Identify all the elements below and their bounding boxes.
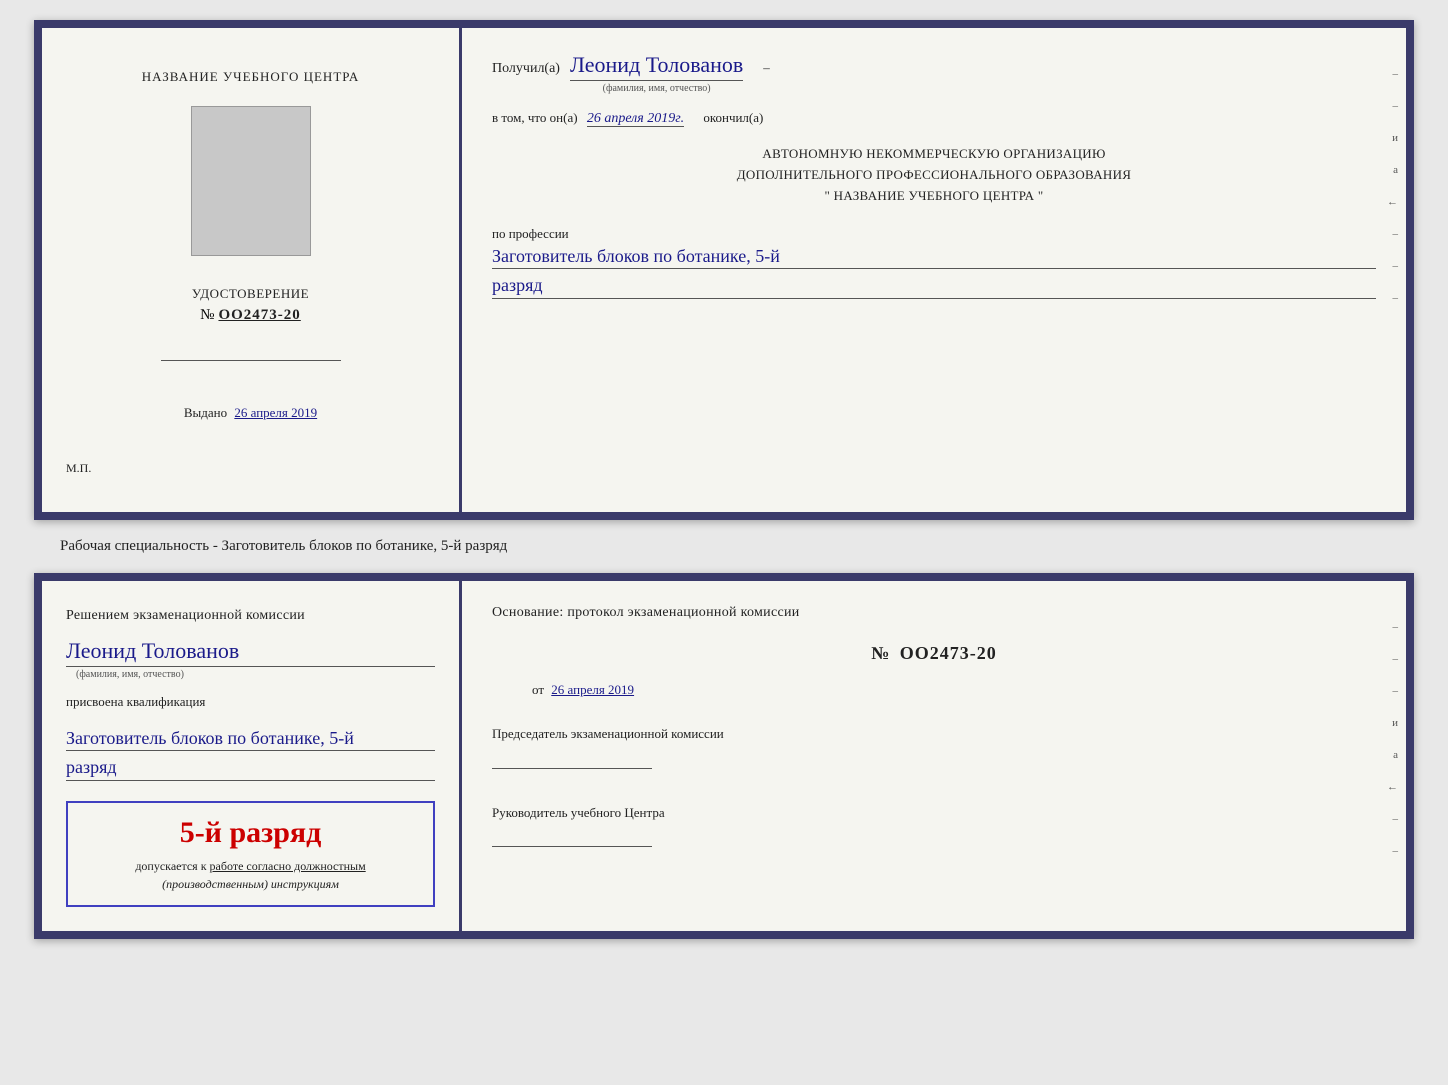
cert2-qualification-label: присвоена квалификация <box>66 692 435 713</box>
cert2-name-subtitle: (фамилия, имя, отчество) <box>76 669 435 680</box>
cert2-rank-value: разряд <box>66 757 435 781</box>
certificate-1: НАЗВАНИЕ УЧЕБНОГО ЦЕНТРА УДОСТОВЕРЕНИЕ №… <box>34 20 1414 520</box>
cert1-institution-label: НАЗВАНИЕ УЧЕБНОГО ЦЕНТРА <box>142 68 359 86</box>
cert1-name-subtitle: (фамилия, имя, отчество) <box>570 83 743 94</box>
cert2-decision-text: Решением экзаменационной комиссии <box>66 605 435 626</box>
cert2-left-panel: Решением экзаменационной комиссии Леонид… <box>42 581 462 931</box>
cert2-stamp-box: 5-й разряд допускается к работе согласно… <box>66 801 435 907</box>
cert2-number-block: № OO2473-20 <box>492 643 1376 664</box>
cert1-number-block: УДОСТОВЕРЕНИЕ № OO2473-20 <box>192 286 309 324</box>
stamp-footer-3: (производственным) инструкциям <box>162 877 339 891</box>
cert1-profession-value: Заготовитель блоков по ботанике, 5-й <box>492 245 1376 269</box>
cert1-issued-date: 26 апреля 2019 <box>234 405 317 420</box>
cert1-mp-label: М.П. <box>66 461 91 476</box>
cert2-chairman-signature <box>492 768 652 769</box>
cert2-date-prefix: от <box>532 682 544 697</box>
stamp-footer-2: работе согласно должностным <box>210 859 366 873</box>
cert1-left-panel: НАЗВАНИЕ УЧЕБНОГО ЦЕНТРА УДОСТОВЕРЕНИЕ №… <box>42 28 462 512</box>
cert1-rank-value: разряд <box>492 275 1376 299</box>
cert2-right-panel: Основание: протокол экзаменационной коми… <box>462 581 1406 931</box>
cert1-confirm-date: 26 апреля 2019г. <box>587 111 684 127</box>
cert2-director-title: Руководитель учебного Центра <box>492 803 1376 823</box>
cert2-basis-label: Основание: протокол экзаменационной коми… <box>492 605 1376 621</box>
side-marks: – – и а ← – – – <box>1387 68 1398 304</box>
cert1-doc-type: УДОСТОВЕРЕНИЕ <box>192 286 309 302</box>
cert1-profession-block: по профессии Заготовитель блоков по бота… <box>492 225 1376 299</box>
cert2-date-value: 26 апреля 2019 <box>551 682 634 697</box>
cert2-stamp-rank: 5-й разряд <box>180 815 322 851</box>
stamp-footer-1: допускается к <box>135 859 209 873</box>
cert1-issued-row: Выдано 26 апреля 2019 <box>184 405 317 421</box>
cert1-org-name: АВТОНОМНУЮ НЕКОММЕРЧЕСКУЮ ОРГАНИЗАЦИЮ ДО… <box>492 144 1376 206</box>
cert1-issued-label: Выдано <box>184 405 227 420</box>
cert1-received-prefix: Получил(а) <box>492 61 560 77</box>
cert2-stamp-footer: допускается к работе согласно должностны… <box>135 857 365 893</box>
cert1-number: OO2473-20 <box>218 307 300 323</box>
cert2-director-block: Руководитель учебного Центра <box>492 803 1376 848</box>
cert2-director-signature <box>492 846 652 847</box>
photo-placeholder <box>191 106 311 256</box>
cert2-profession-block: Заготовитель блоков по ботанике, 5-й раз… <box>66 725 435 781</box>
cert2-date-row: от 26 апреля 2019 <box>492 682 1376 698</box>
cert2-chairman-block: Председатель экзаменационной комиссии <box>492 724 1376 769</box>
side-marks-2: – – – и а ← – – <box>1387 621 1398 857</box>
cert1-confirm-row: в том, что он(а) 26 апреля 2019г. окончи… <box>492 108 1376 130</box>
cert1-profession-label: по профессии <box>492 226 569 241</box>
cert2-number-prefix: № <box>871 643 890 663</box>
cert1-right-panel: Получил(а) Леонид Толованов (фамилия, им… <box>462 28 1406 512</box>
cert2-number-value: OO2473-20 <box>900 643 997 663</box>
cert1-confirm-suffix: окончил(а) <box>703 110 763 125</box>
certificate-2: Решением экзаменационной комиссии Леонид… <box>34 573 1414 939</box>
separator-text: Рабочая специальность - Заготовитель бло… <box>20 538 507 555</box>
cert1-number-prefix: № <box>200 307 214 323</box>
cert2-chairman-title: Председатель экзаменационной комиссии <box>492 724 1376 744</box>
cert1-recipient-row: Получил(а) Леонид Толованов (фамилия, им… <box>492 52 1376 94</box>
cert2-recipient-name: Леонид Толованов <box>66 638 435 667</box>
cert2-recipient-block: Леонид Толованов (фамилия, имя, отчество… <box>66 638 435 680</box>
cert2-profession-value: Заготовитель блоков по ботанике, 5-й <box>66 727 435 751</box>
cert1-confirm-prefix: в том, что он(а) <box>492 110 578 125</box>
cert1-recipient-name: Леонид Толованов <box>570 52 743 81</box>
